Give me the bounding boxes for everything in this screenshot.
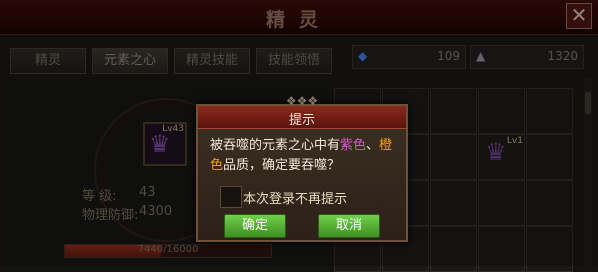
msg-orange: 橙: [379, 138, 393, 153]
msg-text-2: 品质，确定要吞噬？: [223, 158, 341, 173]
cancel-button[interactable]: 取消: [318, 214, 380, 238]
msg-sep: 、: [366, 138, 380, 153]
confirm-dialog: ❖❖❖ 提示 被吞噬的元素之心中有紫色、橙 色品质，确定要吞噬？ 本次登录不再提示…: [196, 94, 408, 242]
msg-orange-2: 色: [210, 158, 224, 173]
dialog-title: 提示: [288, 113, 315, 128]
msg-text-1: 被吞噬的元素之心中有: [210, 138, 341, 153]
dialog-header: 提示: [198, 106, 406, 129]
dialog-message: 被吞噬的元素之心中有紫色、橙色品质，确定要吞噬？: [210, 136, 398, 176]
dont-show-again-label: 本次登录不再提示: [243, 192, 348, 207]
msg-purple: 紫色: [340, 138, 367, 153]
dont-show-again-checkbox[interactable]: [220, 186, 242, 208]
confirm-button[interactable]: 确定: [224, 214, 286, 238]
